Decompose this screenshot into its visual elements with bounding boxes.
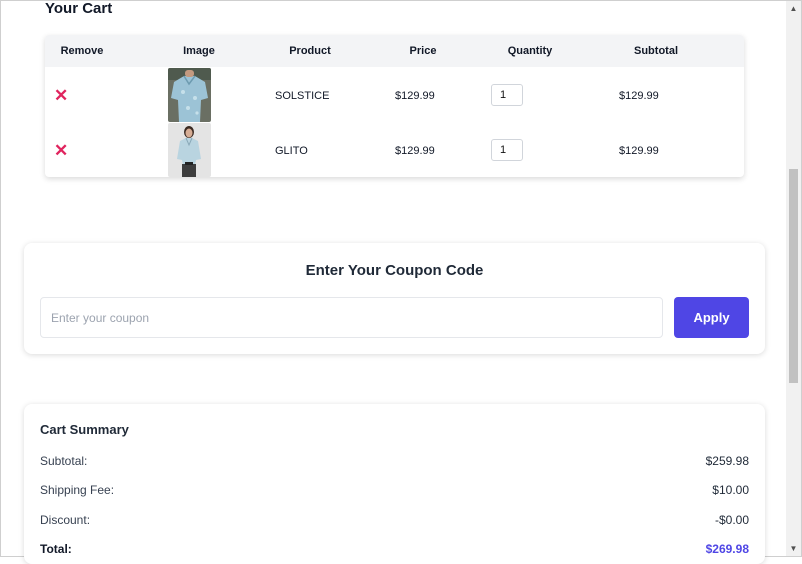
close-icon[interactable]: ✕ <box>54 87 68 104</box>
scroll-down-arrow-icon[interactable]: ▼ <box>786 541 801 556</box>
product-image-solstice <box>168 68 211 122</box>
table-row: ✕ SOLSTICE $129.99 1 $129.99 <box>45 68 744 123</box>
subtotal-label: Subtotal: <box>40 454 88 468</box>
quantity-input[interactable]: 1 <box>491 139 523 161</box>
cart-table: Remove Image Product Price Quantity Subt… <box>45 35 744 177</box>
table-header: Remove Image Product Price Quantity Subt… <box>45 35 744 67</box>
header-remove: Remove <box>60 45 104 57</box>
header-subtotal: Subtotal <box>634 45 678 57</box>
close-icon[interactable]: ✕ <box>54 142 68 159</box>
product-price: $129.99 <box>395 145 435 157</box>
shipping-label: Shipping Fee: <box>40 483 115 497</box>
apply-button[interactable]: Apply <box>674 297 749 338</box>
shirt-photo-icon <box>168 68 211 122</box>
discount-value: -$0.00 <box>714 513 749 527</box>
product-name: SOLSTICE <box>275 90 330 102</box>
shipping-value: $10.00 <box>712 483 749 497</box>
summary-title: Cart Summary <box>40 422 129 437</box>
cart-summary-card: Cart Summary Subtotal: $259.98 Shipping … <box>24 404 765 564</box>
header-image: Image <box>183 45 215 57</box>
product-name: GLITO <box>275 145 308 157</box>
header-quantity: Quantity <box>507 45 553 57</box>
vertical-scrollbar[interactable]: ▲ ▼ <box>786 1 801 556</box>
page-title: Your Cart <box>45 0 113 17</box>
quantity-input[interactable]: 1 <box>491 84 523 106</box>
discount-label: Discount: <box>40 513 91 527</box>
header-price: Price <box>409 45 437 57</box>
header-product: Product <box>289 45 331 57</box>
coupon-title: Enter Your Coupon Code <box>305 262 484 279</box>
model-photo-icon <box>168 123 211 177</box>
table-row: ✕ GLITO $129.99 1 $129.99 <box>45 123 744 177</box>
product-image-glito <box>168 123 211 177</box>
subtotal-value: $259.98 <box>705 454 749 468</box>
coupon-card: Enter Your Coupon Code Apply <box>24 243 765 354</box>
total-label: Total: <box>40 542 72 556</box>
total-value: $269.98 <box>705 542 749 556</box>
row-subtotal: $129.99 <box>619 145 659 157</box>
row-subtotal: $129.99 <box>619 90 659 102</box>
scrollbar-thumb[interactable] <box>789 169 798 383</box>
coupon-input[interactable] <box>40 297 663 338</box>
scroll-up-arrow-icon[interactable]: ▲ <box>786 1 801 16</box>
product-price: $129.99 <box>395 90 435 102</box>
